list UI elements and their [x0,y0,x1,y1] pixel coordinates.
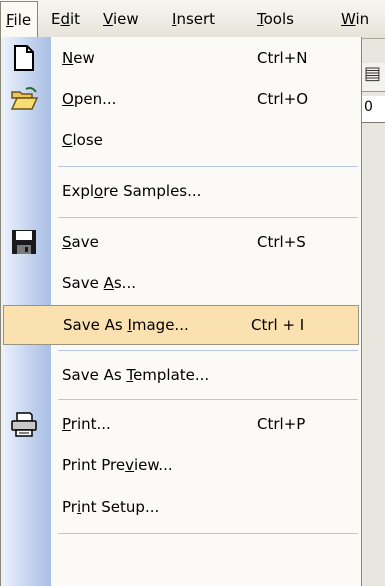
menu-separator [58,217,358,218]
menu-item-label: Print Preview... [62,456,173,474]
menu-item-print-setup[interactable]: Print Setup... [1,487,361,527]
menu-item-label: New [62,49,95,67]
menu-item-label: Print Setup... [62,498,160,516]
menu-item-label: Save As... [62,274,136,292]
shortcut-label: Ctrl+O [257,90,309,108]
menu-item-save-as-template[interactable]: Save As Template... [1,355,361,395]
background-toolbar-icon: ▤ [364,63,382,84]
menu-item-save-as[interactable]: Save As... [1,263,361,303]
menu-item-explore-samples[interactable]: Explore Samples... [1,171,361,211]
menu-window[interactable]: Win [341,0,369,38]
menu-view[interactable]: View [103,0,139,38]
menu-item-close[interactable]: Close [1,120,361,160]
menu-bar: File Edit View Insert Tools Win [0,0,385,39]
shortcut-label: Ctrl + I [251,316,305,334]
new-document-icon [14,45,34,71]
menu-file[interactable]: File [0,1,38,37]
menu-item-label: Close [62,131,103,149]
menu-insert[interactable]: Insert [172,0,215,38]
menu-item-save[interactable]: Save Ctrl+S [1,222,361,262]
menu-separator [58,350,358,351]
save-disk-icon [12,230,36,254]
menu-tools[interactable]: Tools [257,0,294,38]
menu-separator [58,399,358,400]
menu-item-label: Save As Image... [63,316,189,334]
menu-item-label: Save As Template... [62,366,210,384]
file-menu-dropdown: New Ctrl+N Open... Ctrl+O Close Explore … [0,37,362,586]
shortcut-label: Ctrl+P [257,415,306,433]
menu-item-save-as-image[interactable]: Save As Image... Ctrl + I [3,305,359,345]
shortcut-label: Ctrl+N [257,49,308,67]
menu-separator [58,166,358,167]
menu-edit[interactable]: Edit [51,0,80,38]
menu-separator [58,533,358,534]
printer-icon [11,412,37,437]
menu-item-print-preview[interactable]: Print Preview... [1,445,361,485]
open-folder-icon [10,87,38,110]
shortcut-label: Ctrl+S [257,233,306,251]
menu-item-open[interactable]: Open... Ctrl+O [1,79,361,119]
menu-item-new[interactable]: New Ctrl+N [1,38,361,78]
menu-item-label: Explore Samples... [62,182,202,200]
menu-item-print[interactable]: Print... Ctrl+P [1,404,361,444]
menu-item-label: Open... [62,90,117,108]
menu-item-label: Save [62,233,99,251]
background-field: 0 [362,96,385,123]
menu-item-label: Print... [62,415,111,433]
background-field-text: 0 [364,99,373,115]
